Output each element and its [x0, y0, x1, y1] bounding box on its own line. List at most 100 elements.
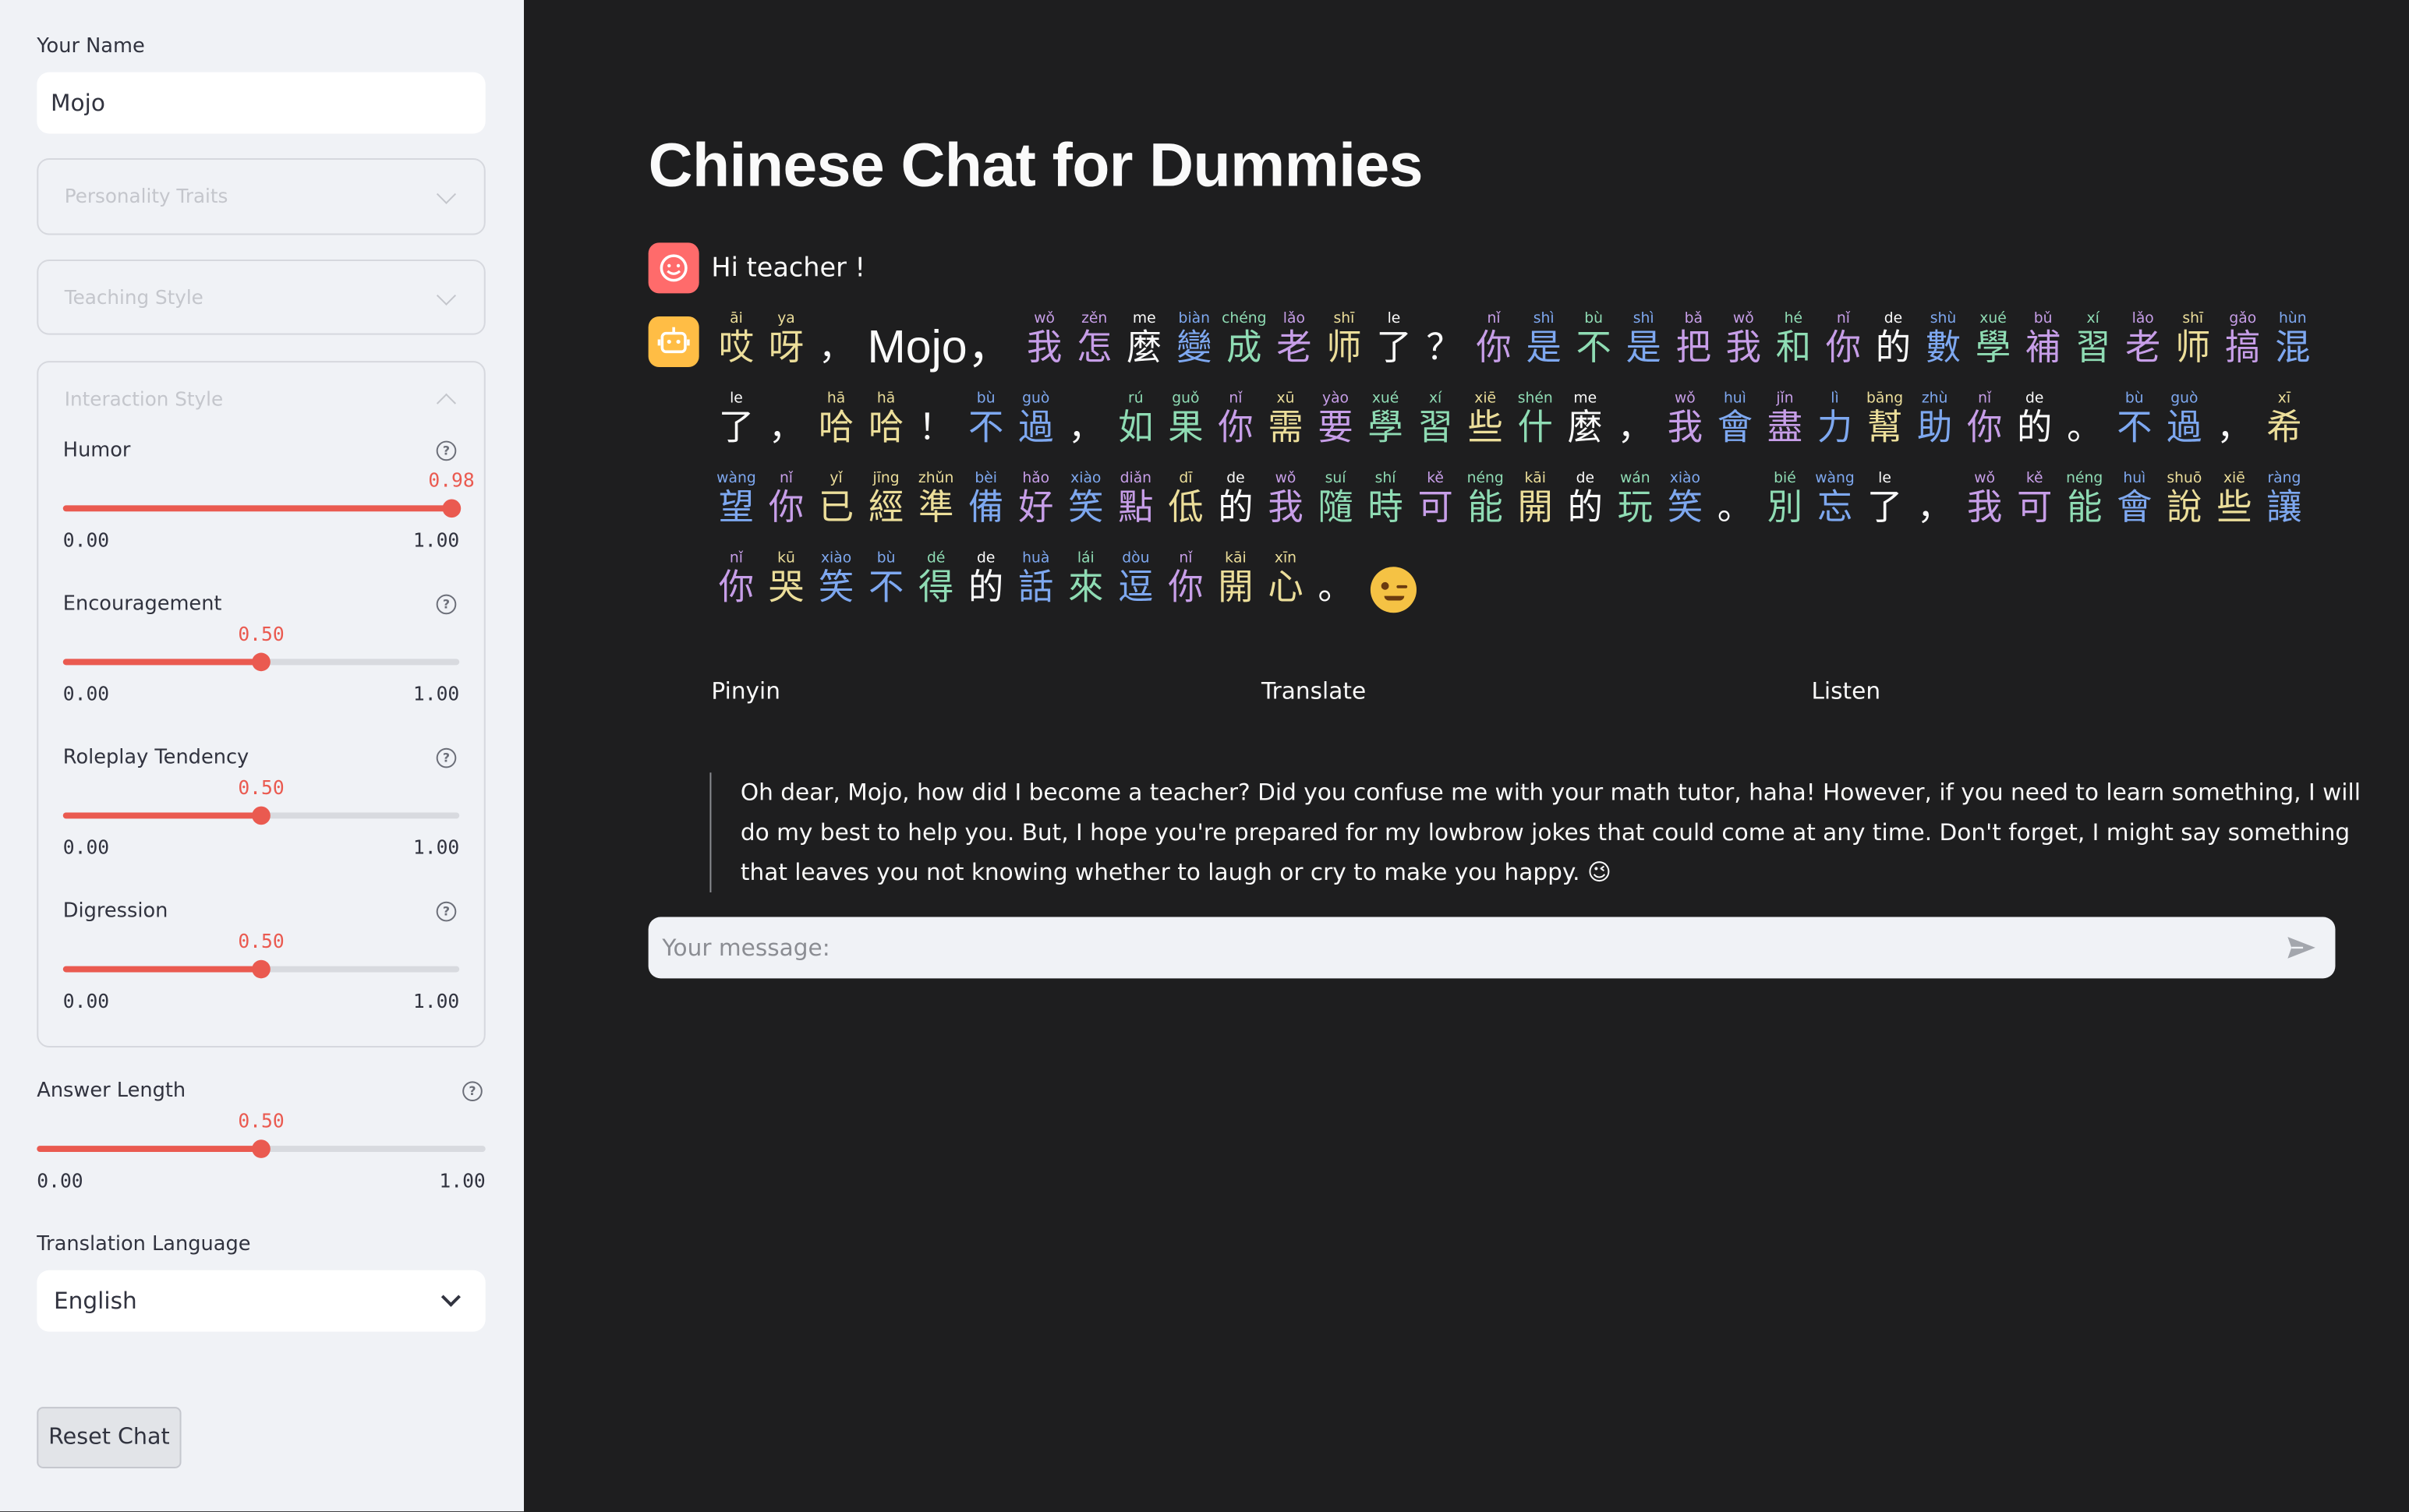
hanzi: 過	[2167, 408, 2202, 449]
pinyin: wǒ	[1732, 310, 1754, 327]
hanzi-char: hùn 混	[2268, 310, 2318, 370]
hanzi-char: xué 學	[1969, 310, 2018, 370]
slider-value: 0.98	[428, 468, 475, 492]
interaction-style-label: Interaction Style	[64, 387, 224, 411]
hanzi: 你	[768, 488, 805, 528]
hanzi-char: dé 得	[911, 550, 961, 610]
hanzi-char: nǐ 你	[1960, 390, 2010, 450]
slider-thumb[interactable]	[252, 959, 271, 979]
hanzi: 怎	[1077, 328, 1113, 369]
hanzi: 能	[2067, 488, 2103, 528]
slider-value: 0.50	[238, 622, 285, 645]
hanzi: 經	[868, 488, 904, 528]
hanzi-char: nǐ 你	[1818, 310, 1868, 370]
hanzi-char: lái 來	[1061, 550, 1111, 610]
hanzi-char: wǒ 我	[1718, 310, 1768, 370]
slider[interactable]: 0.50 0.00 1.00	[62, 929, 460, 1028]
pinyin: diǎn	[1120, 470, 1152, 487]
slider[interactable]: 0.50 0.00 1.00	[37, 1109, 486, 1207]
pinyin: bǔ	[2033, 310, 2053, 327]
pinyin: shì	[1533, 310, 1555, 327]
assistant-avatar	[648, 316, 699, 367]
slider-thumb[interactable]	[442, 499, 461, 518]
pinyin: de	[1884, 310, 1903, 327]
help-icon[interactable]: ?	[436, 747, 457, 768]
hanzi: 數	[1925, 328, 1962, 369]
slider[interactable]: 0.50 0.00 1.00	[62, 775, 459, 874]
pinyin: ya	[777, 310, 795, 327]
hanzi: 是	[1625, 328, 1661, 369]
hanzi-char: xī 希	[2259, 390, 2309, 450]
personality-traits-expander[interactable]: Personality Traits	[37, 157, 486, 235]
slider-thumb[interactable]	[252, 652, 271, 672]
hanzi-char: lǎo 老	[1269, 310, 1319, 370]
hanzi-char: ，	[1610, 390, 1660, 450]
slider-max: 1.00	[439, 1168, 486, 1192]
pinyin: ràng	[2267, 470, 2301, 487]
slider-max: 1.00	[412, 681, 460, 705]
hanzi-char: shì 是	[1519, 310, 1569, 370]
tab-pinyin[interactable]: Pinyin	[711, 677, 780, 705]
hanzi: 些	[2216, 488, 2252, 528]
pinyin: lì	[1831, 390, 1839, 408]
hanzi-char: xí 習	[2068, 310, 2118, 370]
tab-listen[interactable]: Listen	[1811, 677, 1880, 705]
hanzi: 哈	[818, 408, 854, 449]
hanzi-char: 。	[1710, 470, 1760, 530]
pinyin: de	[1226, 470, 1245, 487]
slider-thumb[interactable]	[252, 1139, 271, 1158]
help-icon[interactable]: ?	[436, 594, 457, 615]
main-panel: Chinese Chat for Dummies Hi teacher ! āi…	[524, 0, 2409, 1511]
translation-language-value: English	[53, 1287, 137, 1315]
hanzi: 力	[1816, 408, 1853, 449]
name-input[interactable]: Mojo	[37, 72, 486, 134]
pinyin: nǐ	[729, 549, 743, 567]
hanzi-char: zhù 助	[1910, 390, 1960, 450]
hanzi: 需	[1268, 408, 1304, 449]
hanzi: 讓	[2266, 488, 2302, 528]
pinyin: bù	[2124, 390, 2144, 408]
hanzi-char: hé 和	[1768, 310, 1818, 370]
hanzi: 希	[2266, 408, 2302, 449]
pinyin: de	[2025, 390, 2044, 408]
pinyin: guò	[1022, 390, 1050, 408]
slider[interactable]: 0.98 0.00 1.00	[62, 468, 475, 567]
help-icon[interactable]: ?	[436, 440, 457, 461]
hanzi: 了	[718, 408, 755, 449]
send-icon[interactable]	[2286, 935, 2316, 960]
chat-input[interactable]: Your message:	[648, 917, 2336, 979]
slider-max: 1.00	[412, 989, 460, 1012]
slider-thumb[interactable]	[252, 806, 271, 825]
slider-value: 0.50	[238, 775, 285, 799]
slider-min: 0.00	[62, 528, 110, 552]
pinyin: kě	[2025, 470, 2043, 487]
hanzi: 是	[1526, 328, 1562, 369]
hanzi: 师	[1326, 328, 1362, 369]
hanzi: 過	[1018, 408, 1054, 449]
hanzi: 忘	[1816, 488, 1853, 528]
hanzi: 哭	[768, 568, 805, 609]
hanzi: 混	[2275, 328, 2311, 369]
hanzi: 麼	[1567, 408, 1603, 449]
help-icon[interactable]: ?	[436, 901, 457, 922]
teaching-style-expander[interactable]: Teaching Style	[37, 260, 486, 335]
pinyin: hǎo	[1022, 470, 1050, 487]
pinyin: yào	[1322, 390, 1350, 408]
slider[interactable]: 0.50 0.00 1.00	[62, 622, 460, 720]
hanzi-char: néng 能	[2060, 470, 2110, 530]
hanzi-char: xiào 笑	[812, 550, 861, 610]
reset-chat-button[interactable]: Reset Chat	[37, 1407, 182, 1468]
help-icon[interactable]: ?	[462, 1081, 483, 1101]
tab-translate[interactable]: Translate	[1261, 677, 1366, 705]
chevron-up-icon[interactable]	[436, 393, 457, 413]
pinyin: rú	[1128, 390, 1144, 408]
translation-language-select[interactable]: English	[37, 1270, 486, 1332]
hanzi-char: nǐ 你	[1161, 550, 1211, 610]
hanzi-char: xiē 些	[1460, 390, 1510, 450]
pinyin: wǒ	[1674, 390, 1696, 408]
hanzi: 別	[1767, 488, 1803, 528]
hanzi: 麼	[1127, 328, 1162, 369]
pinyin	[1061, 390, 1111, 408]
pinyin	[1311, 550, 1360, 567]
hanzi-char: kě 可	[1410, 470, 1460, 530]
